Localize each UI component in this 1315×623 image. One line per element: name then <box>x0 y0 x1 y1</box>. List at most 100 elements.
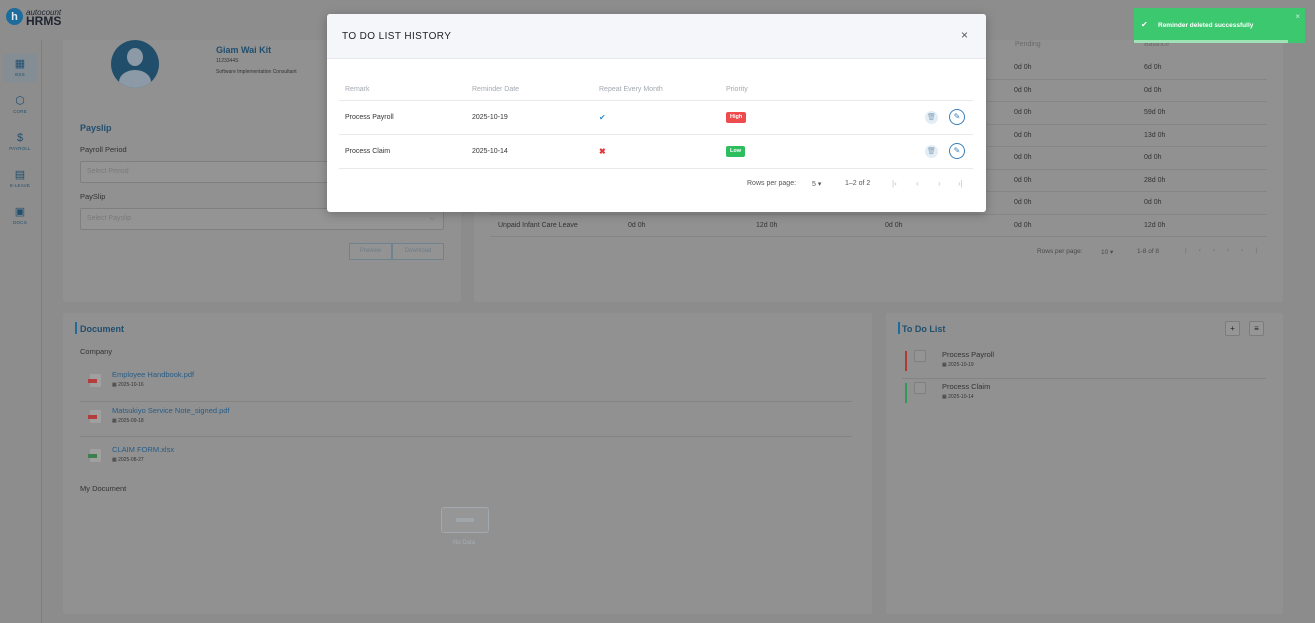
list-item[interactable]: Process Payroll ▦ 2025-10-19 <box>902 348 1266 380</box>
document-folder-icon: ▣ <box>14 206 26 218</box>
sidebar-item-label: ESS <box>15 72 25 77</box>
next-page-button[interactable]: › <box>938 179 941 188</box>
rows-per-page-select[interactable]: 5 ▾ <box>812 180 821 188</box>
toast-message: Reminder deleted successfully <box>1158 22 1254 29</box>
delete-button[interactable]: 🗑 <box>925 111 938 124</box>
todo-checkbox[interactable] <box>914 350 926 362</box>
todo-item-date: ▦ 2025-10-14 <box>942 394 974 400</box>
priority-marker <box>905 351 907 371</box>
document-title: Document <box>80 324 125 334</box>
download-button[interactable]: Download <box>392 243 444 260</box>
last-page-button[interactable]: ›| <box>958 179 963 188</box>
document-link[interactable]: Employee Handbook.pdf <box>112 370 194 379</box>
sidebar-item-label: E-LEAVE <box>9 183 31 188</box>
rows-per-page-select[interactable]: 10 ▾ <box>1101 248 1113 256</box>
close-icon[interactable]: × <box>961 29 968 41</box>
chevron-down-icon: ⌵ <box>429 215 435 222</box>
column-header-pending: Pending <box>1015 41 1041 48</box>
pdf-file-icon <box>88 374 101 387</box>
brand-large: HRMS <box>26 13 62 28</box>
employee-position: Software Implementation Consultant <box>216 69 297 75</box>
close-icon[interactable]: × <box>1295 12 1300 21</box>
list-item[interactable]: Employee Handbook.pdf ▦ 2025-10-16 <box>88 370 848 400</box>
document-date: ▦ 2025-09-18 <box>112 418 144 424</box>
pagination-range: 1-8 of 8 <box>1137 248 1160 255</box>
pagination-range: 1–2 of 2 <box>845 180 871 187</box>
logo-mark: h <box>6 8 23 25</box>
dialog-title: TO DO LIST HISTORY <box>342 31 452 42</box>
app-logo[interactable]: h autocount HRMS <box>6 8 62 28</box>
priority-marker <box>905 383 907 403</box>
sidebar: ▦ ESS ⬡ CORE $ PAYROLL ▤ E-LEAVE ▣ DOCS <box>0 40 42 623</box>
sidebar-item-core[interactable]: ⬡ CORE <box>3 91 37 119</box>
check-icon: ✔ <box>599 113 606 122</box>
payslip-title: Payslip <box>80 123 112 133</box>
sidebar-item-payroll[interactable]: $ PAYROLL <box>3 128 37 156</box>
calendar-icon: ▤ <box>14 169 26 181</box>
cross-icon: ✖ <box>599 147 606 156</box>
todo-title: To Do List <box>902 324 946 334</box>
payroll-period-select[interactable]: Select Period <box>80 161 330 183</box>
priority-badge: Low <box>726 146 745 157</box>
document-link[interactable]: Matsukiyo Service Note_signed.pdf <box>112 406 230 415</box>
document-date: ▦ 2025-08-27 <box>112 457 144 463</box>
list-item[interactable]: Process Claim ▦ 2025-10-14 <box>902 380 1266 412</box>
column-header-repeat: Repeat Every Month <box>599 86 663 93</box>
employee-id: 1123344S <box>216 58 239 64</box>
todo-item-title: Process Claim <box>942 382 991 391</box>
preview-button[interactable]: Preview <box>349 243 392 260</box>
my-document-label: My Document <box>80 484 127 493</box>
sidebar-item-label: PAYROLL <box>9 146 31 151</box>
first-page-button[interactable]: |‹ <box>892 179 897 188</box>
table-row: Process Claim 2025-10-14 ✖ Low 🗑 ✎ <box>339 135 973 169</box>
no-data-text: No Data <box>453 540 476 546</box>
rows-per-page-label: Rows per page: <box>1037 248 1083 255</box>
todo-item-date: ▦ 2025-10-19 <box>942 362 974 368</box>
payslip-placeholder: Select Payslip <box>87 215 131 222</box>
pdf-file-icon <box>88 410 101 423</box>
date-cell: 2025-10-19 <box>472 114 508 121</box>
toast-progress-bar <box>1134 40 1288 43</box>
calendar-grid-icon: ▦ <box>14 58 26 70</box>
employee-name: Giam Wai Kit <box>216 45 272 55</box>
column-header-reminder-date: Reminder Date <box>472 86 520 93</box>
prev-page-button[interactable]: ‹ <box>916 179 919 188</box>
success-toast: ✔ Reminder deleted successfully × <box>1134 8 1305 43</box>
priority-badge: High <box>726 112 747 123</box>
pagination-nav[interactable]: |‹‹››| <box>1185 247 1269 254</box>
todo-checkbox[interactable] <box>914 382 926 394</box>
dialog-header: TO DO LIST HISTORY × <box>327 14 986 59</box>
sidebar-item-ess[interactable]: ▦ ESS <box>3 54 37 82</box>
company-label: Company <box>80 347 113 356</box>
todo-item-title: Process Payroll <box>942 350 995 359</box>
document-date: ▦ 2025-10-16 <box>112 382 144 388</box>
date-cell: 2025-10-14 <box>472 148 508 155</box>
remark-cell: Process Payroll <box>345 114 394 121</box>
delete-button[interactable]: 🗑 <box>925 145 938 158</box>
sidebar-item-label: CORE <box>13 109 27 114</box>
edit-button[interactable]: ✎ <box>949 143 965 159</box>
document-link[interactable]: CLAIM FORM.xlsx <box>112 445 174 454</box>
cube-icon: ⬡ <box>15 95 25 107</box>
todo-history-dialog: TO DO LIST HISTORY × Remark Reminder Dat… <box>327 14 986 212</box>
list-item[interactable]: Matsukiyo Service Note_signed.pdf ▦ 2025… <box>88 406 848 436</box>
payroll-period-placeholder: Select Period <box>87 168 129 175</box>
column-header-remark: Remark <box>345 86 370 93</box>
column-header-priority: Priority <box>726 86 748 93</box>
todo-history-button[interactable]: ≡ <box>1249 321 1264 336</box>
excel-file-icon <box>88 449 101 462</box>
empty-inbox-icon <box>441 507 489 533</box>
check-icon: ✔ <box>1141 20 1148 29</box>
sidebar-item-docs[interactable]: ▣ DOCS <box>3 202 37 230</box>
rows-per-page-label: Rows per page: <box>747 180 797 187</box>
payslip-label: PaySlip <box>80 192 106 201</box>
list-item[interactable]: CLAIM FORM.xlsx ▦ 2025-08-27 <box>88 445 848 475</box>
payroll-period-label: Payroll Period <box>80 145 127 154</box>
add-todo-button[interactable]: + <box>1225 321 1240 336</box>
edit-button[interactable]: ✎ <box>949 109 965 125</box>
table-row: Unpaid Infant Care Leave 0d 0h 12d 0h 0d… <box>490 215 1267 237</box>
sidebar-item-label: DOCS <box>13 220 27 225</box>
avatar <box>111 40 159 88</box>
sidebar-item-e-leave[interactable]: ▤ E-LEAVE <box>3 165 37 193</box>
remark-cell: Process Claim <box>345 148 391 155</box>
